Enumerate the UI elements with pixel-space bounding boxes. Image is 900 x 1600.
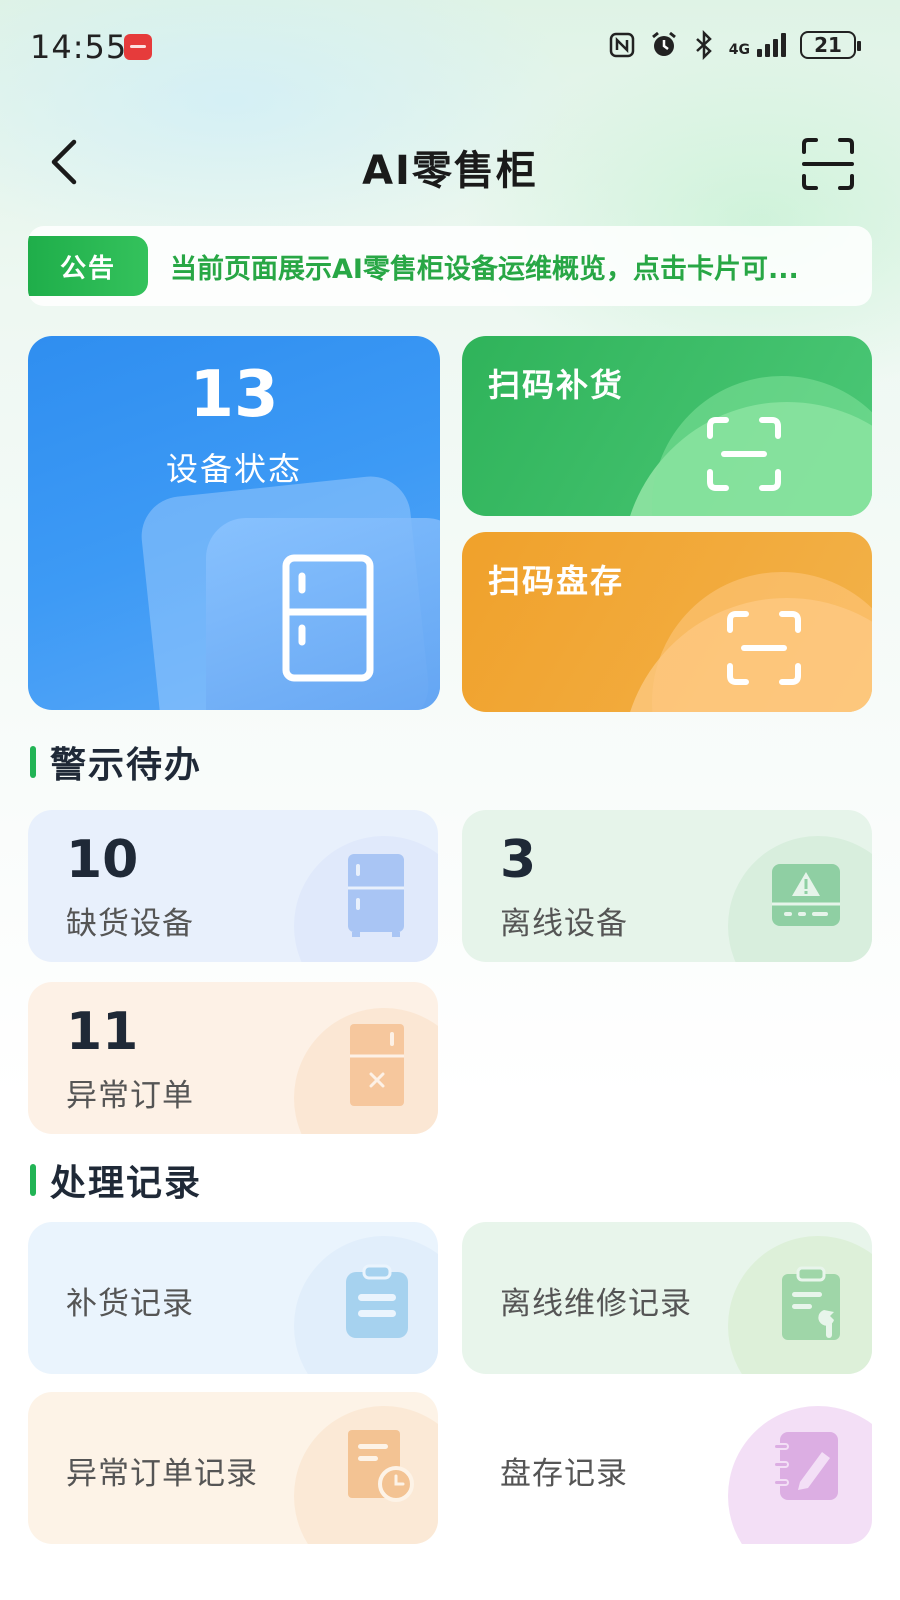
battery-indicator: 21 (800, 31, 861, 59)
device-status-card[interactable]: 13 设备状态 (28, 336, 440, 710)
offline-device-count: 3 (500, 830, 537, 890)
alerts-section-title: 警示待办 (30, 736, 202, 788)
notebook-pen-icon (773, 1432, 838, 1500)
offline-device-label: 离线设备 (500, 906, 628, 942)
nfc-icon (609, 32, 635, 58)
replenish-record-label: 补货记录 (66, 1286, 194, 1322)
status-bar: 14:55 4G 21 (0, 0, 900, 96)
offline-repair-record-card[interactable]: 离线维修记录 (462, 1222, 872, 1374)
out-of-stock-label: 缺货设备 (66, 906, 194, 942)
announcement-tag: 公告 (28, 236, 148, 296)
records-section-title: 处理记录 (30, 1154, 202, 1206)
alarm-icon (651, 31, 676, 56)
document-clock-icon (348, 1430, 414, 1502)
offline-repair-record-label: 离线维修记录 (500, 1286, 692, 1322)
out-of-stock-count: 10 (66, 830, 139, 890)
device-status-count: 13 (189, 358, 279, 432)
fridge-icon (282, 554, 374, 682)
header: AI零售柜 (0, 118, 900, 208)
clipboard-icon (346, 1264, 408, 1338)
signal-indicator: 4G (729, 33, 786, 57)
status-time: 14:55 (30, 28, 128, 66)
scan-icon (707, 417, 781, 491)
scan-icon (727, 611, 801, 685)
clipboard-wrench-icon (782, 1266, 840, 1340)
network-type: 4G (728, 42, 750, 58)
fridge-icon (348, 854, 404, 937)
scan-inventory-label: 扫码盘存 (488, 562, 625, 600)
abnormal-order-card[interactable]: 11 异常订单 (28, 982, 438, 1134)
abnormal-order-record-label: 异常订单记录 (66, 1456, 258, 1492)
scan-replenish-card[interactable]: 扫码补货 (462, 336, 872, 516)
fridge-x-icon (350, 1024, 404, 1106)
out-of-stock-card[interactable]: 10 缺货设备 (28, 810, 438, 962)
huawei-badge-icon (124, 34, 152, 60)
abnormal-order-label: 异常订单 (66, 1078, 194, 1114)
scan-inventory-card[interactable]: 扫码盘存 (462, 532, 872, 712)
inventory-record-label: 盘存记录 (500, 1456, 628, 1492)
warning-terminal-icon (772, 864, 840, 926)
battery-level: 21 (814, 33, 842, 57)
scan-replenish-label: 扫码补货 (488, 366, 625, 404)
replenish-record-card[interactable]: 补货记录 (28, 1222, 438, 1374)
inventory-record-card[interactable]: 盘存记录 (462, 1392, 872, 1544)
scan-icon (802, 138, 854, 190)
scan-button[interactable] (800, 136, 856, 192)
records-title: 处理记录 (50, 1163, 203, 1204)
status-icons: 4G 21 (609, 30, 861, 60)
announcement-text: 当前页面展示AI零售柜设备运维概览，点击卡片可... (170, 253, 799, 285)
alerts-title: 警示待办 (50, 745, 203, 786)
abnormal-order-count: 11 (66, 1002, 139, 1062)
offline-device-card[interactable]: 3 离线设备 (462, 810, 872, 962)
announcement-bar[interactable]: 公告 当前页面展示AI零售柜设备运维概览，点击卡片可... (28, 226, 872, 306)
page-title: AI零售柜 (362, 148, 538, 194)
abnormal-order-record-card[interactable]: 异常订单记录 (28, 1392, 438, 1544)
bluetooth-icon (695, 30, 712, 60)
